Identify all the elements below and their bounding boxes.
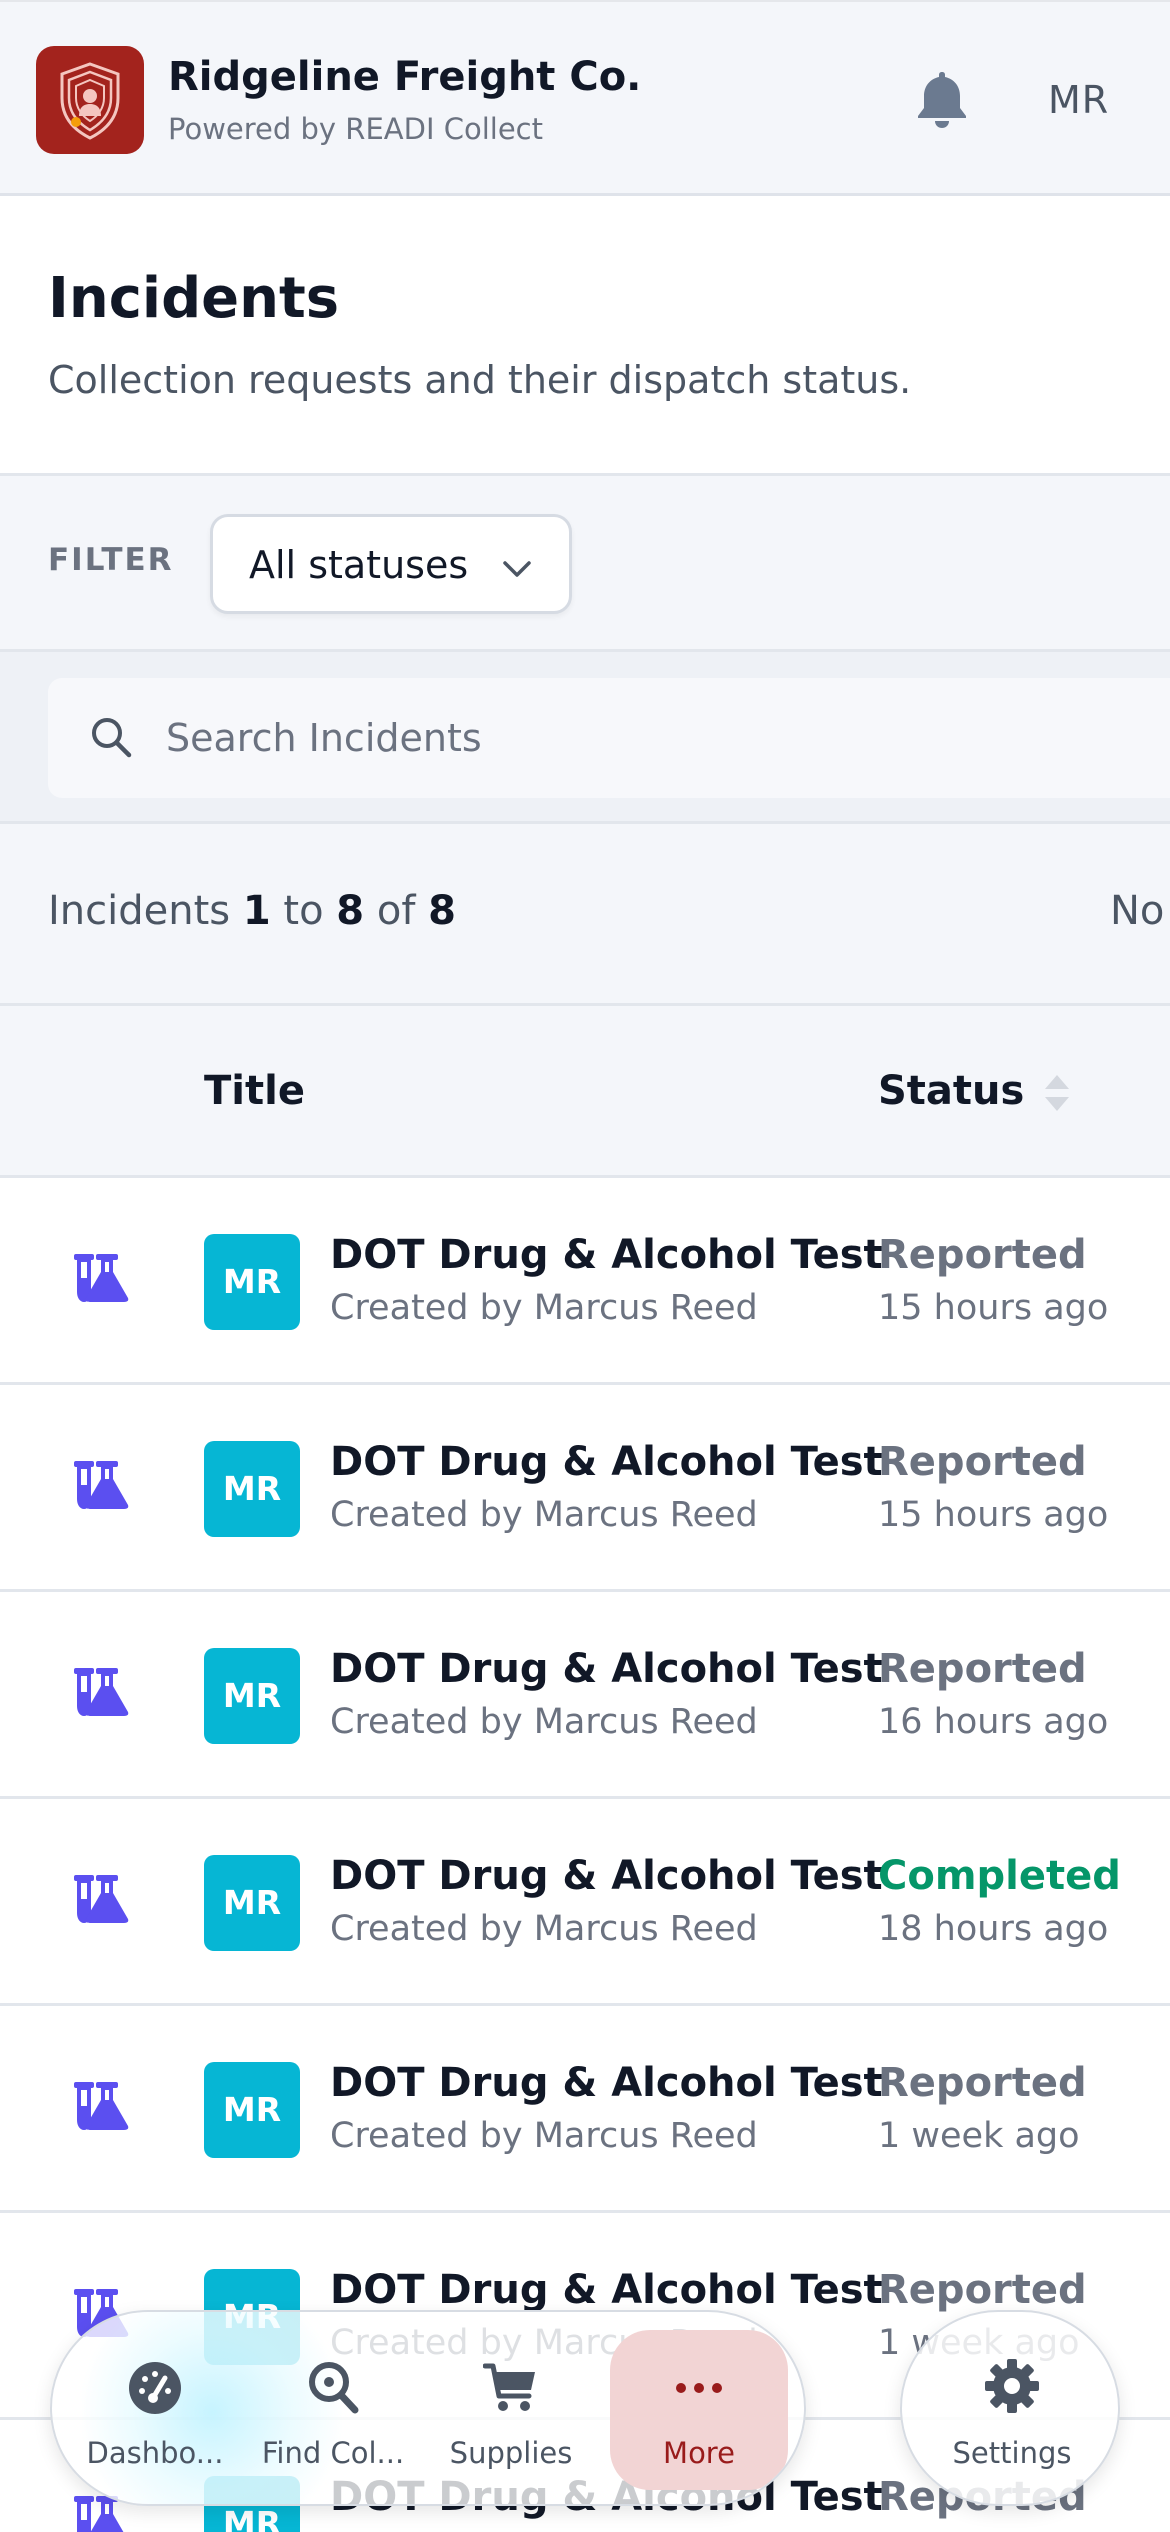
bottom-nav: Dashbo... Find Col... Supplies More <box>50 2310 806 2506</box>
nav-find-collection[interactable]: Find Col... <box>244 2330 422 2490</box>
page-header: Incidents Collection requests and their … <box>0 196 1170 476</box>
table-row[interactable]: MR DOT Drug & Alcohol Test Created by Ma… <box>0 1178 1170 1385</box>
incident-status: Reported <box>878 1232 1087 1278</box>
nav-settings-label: Settings <box>952 2436 1072 2470</box>
status-filter-value: All statuses <box>249 543 469 587</box>
cart-icon <box>483 2363 535 2411</box>
count-to-word: to <box>283 888 324 934</box>
count-right-text: No <box>1110 888 1165 934</box>
status-filter-select[interactable]: All statuses <box>210 514 572 614</box>
page-subtitle: Collection requests and their dispatch s… <box>48 358 912 402</box>
table-header: Title Status <box>0 1006 1170 1178</box>
company-logo[interactable] <box>36 46 144 154</box>
nav-supplies[interactable]: Supplies <box>422 2330 600 2490</box>
nav-settings[interactable]: Settings <box>900 2310 1120 2506</box>
incident-created-by: Created by Marcus Reed <box>330 1288 758 1328</box>
nav-more-label: More <box>663 2436 735 2470</box>
count-prefix: Incidents <box>48 888 231 934</box>
user-menu-initials[interactable]: MR <box>1048 78 1109 122</box>
test-tubes-icon <box>74 2082 129 2130</box>
incident-time: 15 hours ago <box>878 1495 1109 1535</box>
test-tubes-icon <box>74 1875 129 1923</box>
incidents-screen: Ridgeline Freight Co. Powered by READI C… <box>0 0 1170 2532</box>
search-icon <box>92 718 132 758</box>
count-from: 1 <box>242 888 271 934</box>
column-header-title[interactable]: Title <box>204 1068 305 1114</box>
test-tubes-icon <box>74 1254 129 1302</box>
table-row[interactable]: MR DOT Drug & Alcohol Test Created by Ma… <box>0 1592 1170 1799</box>
avatar: MR <box>204 1234 300 1330</box>
more-dots-icon <box>676 2383 722 2393</box>
test-tubes-icon <box>74 1668 129 1716</box>
nav-more[interactable]: More <box>610 2330 788 2490</box>
chevron-down-icon <box>503 561 531 577</box>
column-header-status[interactable]: Status <box>878 1068 1024 1114</box>
filter-label: FILTER <box>48 542 174 578</box>
nav-dashboard-label: Dashbo... <box>86 2436 224 2470</box>
avatar: MR <box>204 1441 300 1537</box>
incident-created-by: Created by Marcus Reed <box>330 1702 758 1742</box>
incident-status: Reported <box>878 2267 1087 2313</box>
incident-status: Reported <box>878 1439 1087 1485</box>
incident-status: Completed <box>878 1853 1121 1899</box>
nav-dashboard[interactable]: Dashbo... <box>66 2330 244 2490</box>
avatar: MR <box>204 1648 300 1744</box>
incident-time: 18 hours ago <box>878 1909 1109 1949</box>
table-row[interactable]: MR DOT Drug & Alcohol Test Created by Ma… <box>0 1799 1170 2006</box>
incident-title: DOT Drug & Alcohol Test <box>330 1232 883 1278</box>
incident-time: 16 hours ago <box>878 1702 1109 1742</box>
table-row[interactable]: MR DOT Drug & Alcohol Test Created by Ma… <box>0 2006 1170 2213</box>
incident-created-by: Created by Marcus Reed <box>330 1909 758 1949</box>
incident-time: 1 week ago <box>878 2116 1080 2156</box>
sort-icon[interactable] <box>1040 1070 1074 1116</box>
search-bar <box>0 652 1170 824</box>
powered-by-text: Powered by READI Collect <box>168 112 543 146</box>
incident-created-by: Created by Marcus Reed <box>330 1495 758 1535</box>
table-row[interactable]: MR DOT Drug & Alcohol Test Created by Ma… <box>0 1385 1170 1592</box>
gear-icon <box>985 2359 1039 2413</box>
map-search-icon <box>309 2362 359 2414</box>
avatar: MR <box>204 2062 300 2158</box>
org-name: Ridgeline Freight Co. <box>168 54 642 100</box>
incident-title: DOT Drug & Alcohol Test <box>330 1646 883 1692</box>
results-count: Incidents 1 to 8 of 8 <box>48 888 456 934</box>
incident-status: Reported <box>878 2060 1087 2106</box>
page-title: Incidents <box>48 266 340 331</box>
count-total: 8 <box>428 888 456 934</box>
gauge-icon <box>129 2362 181 2414</box>
test-tubes-icon <box>74 1461 129 1509</box>
incident-title: DOT Drug & Alcohol Test <box>330 2267 883 2313</box>
app-header: Ridgeline Freight Co. Powered by READI C… <box>0 0 1170 196</box>
search-box[interactable] <box>48 678 1170 798</box>
search-input[interactable] <box>166 702 1066 774</box>
incident-status: Reported <box>878 1646 1087 1692</box>
incident-title: DOT Drug & Alcohol Test <box>330 1439 883 1485</box>
incident-title: DOT Drug & Alcohol Test <box>330 2060 883 2106</box>
incident-created-by: Created by Marcus Reed <box>330 2116 758 2156</box>
count-of-word: of <box>376 888 416 934</box>
nav-find-collection-label: Find Col... <box>261 2436 405 2470</box>
bell-icon[interactable] <box>914 68 970 130</box>
avatar: MR <box>204 1855 300 1951</box>
incident-time: 15 hours ago <box>878 1288 1109 1328</box>
shield-logo-icon <box>60 62 120 140</box>
incident-title: DOT Drug & Alcohol Test <box>330 1853 883 1899</box>
count-to: 8 <box>336 888 365 934</box>
nav-supplies-label: Supplies <box>449 2436 573 2470</box>
filter-bar: FILTER All statuses <box>0 476 1170 652</box>
results-count-bar: Incidents 1 to 8 of 8 No <box>0 824 1170 1006</box>
